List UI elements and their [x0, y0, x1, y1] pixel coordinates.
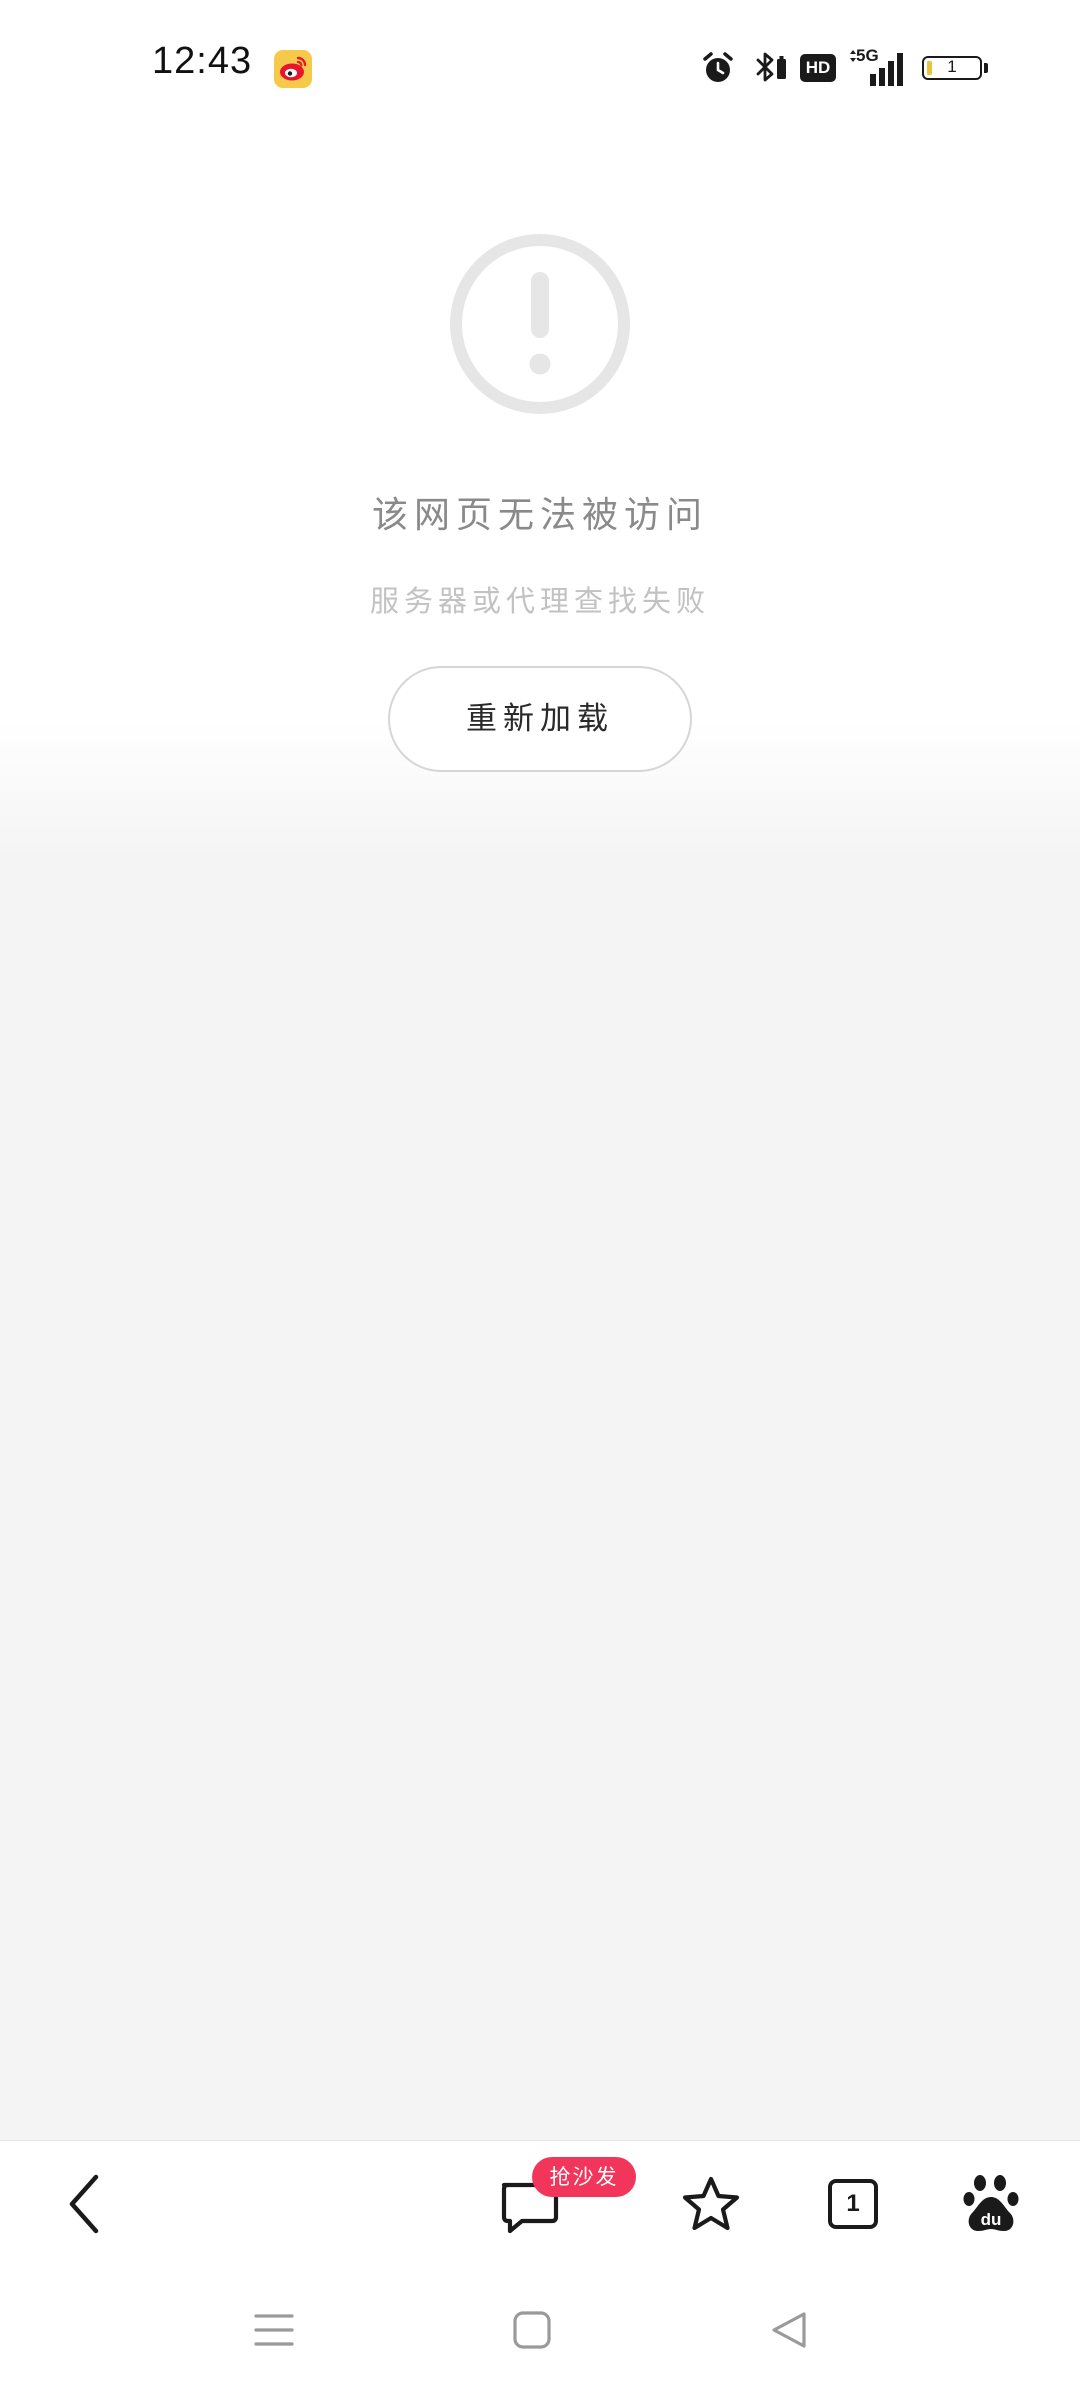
- status-time: 12:43: [152, 40, 253, 82]
- baidu-button[interactable]: du: [962, 2171, 1020, 2237]
- system-nav-bar: [0, 2268, 1080, 2400]
- favorite-button[interactable]: [676, 2171, 746, 2241]
- battery-icon: 1: [922, 56, 982, 80]
- tabs-button[interactable]: 1: [828, 2179, 878, 2229]
- battery-nub: [984, 63, 988, 73]
- back-button[interactable]: [56, 2169, 116, 2239]
- menu-icon[interactable]: [252, 2310, 296, 2354]
- bluetooth-icon: [750, 50, 790, 90]
- chevron-left-icon: [69, 2174, 99, 2234]
- star-icon: [682, 2176, 740, 2231]
- reload-button[interactable]: 重新加载: [388, 666, 692, 772]
- home-icon[interactable]: [512, 2310, 552, 2354]
- svg-text:du: du: [981, 2210, 1002, 2229]
- hd-icon: HD: [800, 54, 836, 82]
- status-bar: 12:43 HD 5G 1: [0, 0, 1080, 136]
- exclamation-circle-icon: [446, 230, 634, 422]
- comment-badge[interactable]: 抢沙发: [532, 2157, 636, 2197]
- baidu-paw-icon: du: [963, 2175, 1019, 2231]
- back-triangle-icon[interactable]: [768, 2310, 810, 2354]
- weibo-icon: [274, 50, 312, 88]
- error-title: 该网页无法被访问: [371, 495, 708, 536]
- signal-5g-icon: [846, 48, 908, 92]
- alarm-icon: [700, 50, 736, 90]
- browser-toolbar: 抢沙发 1 du: [0, 2140, 1080, 2269]
- error-subtitle: 服务器或代理查找失败: [369, 584, 710, 618]
- status-icons: HD 5G 1: [700, 46, 1000, 90]
- battery-level: 1: [947, 57, 957, 76]
